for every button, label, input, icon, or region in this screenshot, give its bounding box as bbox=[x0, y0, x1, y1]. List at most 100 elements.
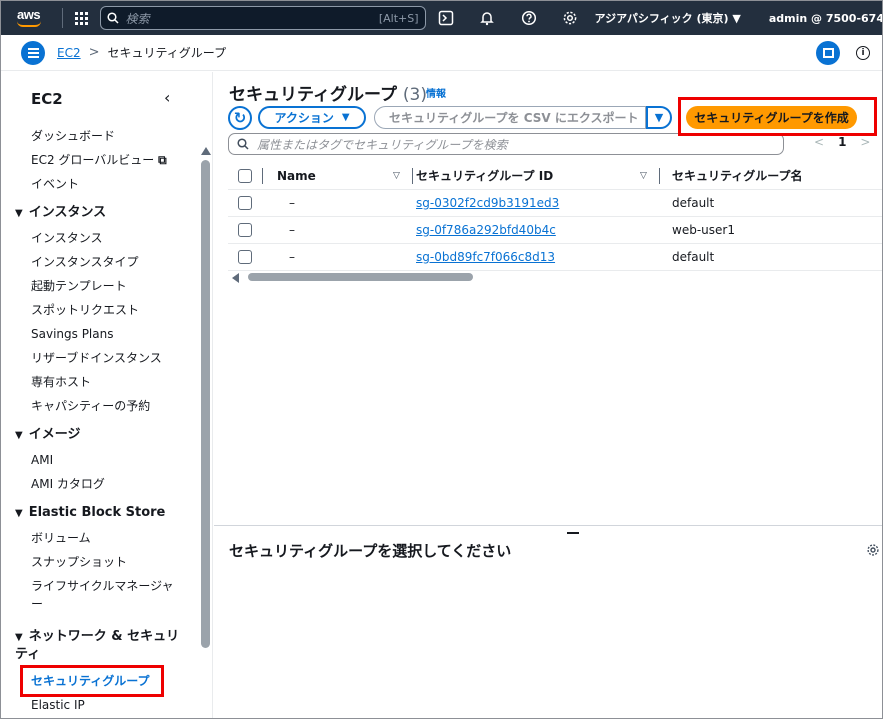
export-csv-button[interactable]: セキュリティグループを CSV にエクスポート bbox=[374, 106, 646, 129]
bell-icon[interactable] bbox=[473, 1, 502, 35]
sidebar-section-label: イメージ bbox=[28, 427, 81, 442]
account-menu[interactable]: admin @ 7500-674 bbox=[769, 12, 882, 25]
pagination: < 1 > bbox=[814, 135, 870, 149]
row-checkbox[interactable] bbox=[238, 195, 252, 210]
sidebar-section-ebs[interactable]: ▼ Elastic Block Store bbox=[1, 500, 201, 526]
page-title: セキュリティグループ (3) bbox=[229, 80, 427, 105]
sidebar-item-label: EC2 グローバルビュー bbox=[31, 153, 155, 167]
cell-name: – bbox=[262, 216, 416, 244]
item-count: (3) bbox=[402, 85, 427, 105]
caret-down-icon: ▼ bbox=[15, 508, 23, 519]
actions-label: アクション bbox=[274, 111, 334, 125]
cell-group-name: default bbox=[672, 189, 882, 217]
cell-name: – bbox=[262, 189, 416, 217]
table-row[interactable]: – sg-0bd89fc7f066c8d13 default bbox=[228, 243, 882, 271]
aws-logo-smile bbox=[17, 21, 41, 27]
sidebar-item-ami[interactable]: AMI bbox=[1, 448, 201, 472]
cell-group-name: web-user1 bbox=[672, 216, 882, 244]
split-panel-divider bbox=[214, 525, 882, 526]
table-horizontal-scrollbar[interactable] bbox=[248, 273, 473, 281]
security-group-id-link[interactable]: sg-0f786a292bfd40b4c bbox=[416, 223, 556, 237]
actions-button[interactable]: アクション ▼ bbox=[258, 106, 366, 129]
sidebar-section-images[interactable]: ▼ イメージ bbox=[1, 422, 201, 448]
highlight-box-create-button bbox=[678, 97, 877, 136]
sidebar-item-savings-plans[interactable]: Savings Plans bbox=[1, 322, 201, 346]
split-panel-icon[interactable] bbox=[816, 41, 840, 65]
filter-placeholder: 属性またはタグでセキュリティグループを検索 bbox=[257, 137, 508, 152]
column-divider[interactable] bbox=[658, 167, 660, 184]
column-divider bbox=[262, 167, 263, 184]
sidebar-item-ami-catalog[interactable]: AMI カタログ bbox=[1, 472, 201, 496]
sidebar-section-network-security[interactable]: ▼ ネットワーク & セキュリティ bbox=[1, 624, 201, 663]
breadcrumb-ec2-link[interactable]: EC2 bbox=[57, 46, 81, 60]
sidebar-item-instance-types[interactable]: インスタンスタイプ bbox=[1, 250, 201, 274]
services-grid-icon[interactable] bbox=[69, 5, 95, 31]
row-checkbox[interactable] bbox=[238, 222, 252, 237]
sort-icon[interactable]: ▽ bbox=[640, 171, 647, 181]
sidebar-section-label: Elastic Block Store bbox=[28, 505, 166, 520]
sidebar-scrollbar[interactable] bbox=[201, 160, 210, 648]
info-icon[interactable]: i bbox=[856, 46, 870, 60]
aws-logo[interactable]: aws bbox=[11, 1, 56, 35]
global-search-input[interactable]: 検索 [Alt+S] bbox=[100, 6, 426, 30]
chevron-left-icon[interactable]: ‹ bbox=[164, 88, 170, 107]
sidebar-item-lifecycle-manager[interactable]: ライフサイクルマネージャー bbox=[1, 574, 201, 616]
sidebar-item-launch-templates[interactable]: 起動テンプレート bbox=[1, 274, 201, 298]
refresh-icon[interactable]: ↻ bbox=[228, 106, 252, 130]
search-icon bbox=[237, 138, 249, 150]
aws-logo-text: aws bbox=[17, 7, 41, 22]
sidebar-item-spot-requests[interactable]: スポットリクエスト bbox=[1, 298, 201, 322]
sidebar-section-instances[interactable]: ▼ インスタンス bbox=[1, 200, 201, 226]
export-dropdown-icon[interactable]: ▼ bbox=[646, 106, 672, 129]
security-groups-table: Name ▽ セキュリティグループ ID ▽ セキュリティグループ名 – sg-03… bbox=[228, 163, 882, 271]
highlight-box-sidebar bbox=[20, 665, 164, 697]
sidebar-item-dashboard[interactable]: ダッシュボード bbox=[1, 124, 201, 148]
caret-down-icon: ▼ bbox=[15, 208, 23, 219]
page-number[interactable]: 1 bbox=[838, 135, 846, 149]
menu-toggle-icon[interactable] bbox=[21, 40, 45, 65]
cloudshell-icon[interactable] bbox=[432, 1, 461, 35]
security-group-id-link[interactable]: sg-0bd89fc7f066c8d13 bbox=[416, 250, 555, 264]
column-divider[interactable] bbox=[411, 167, 413, 184]
sidebar-item-volumes[interactable]: ボリューム bbox=[1, 526, 201, 550]
security-group-id-link[interactable]: sg-0302f2cd9b3191ed3 bbox=[416, 196, 559, 210]
filter-search-input[interactable]: 属性またはタグでセキュリティグループを検索 bbox=[228, 133, 784, 155]
table-row[interactable]: – sg-0302f2cd9b3191ed3 default bbox=[228, 189, 882, 217]
split-panel-resize-handle[interactable] bbox=[567, 532, 579, 534]
sidebar-item-dedicated-hosts[interactable]: 専有ホスト bbox=[1, 370, 201, 394]
info-link[interactable]: 情報 bbox=[426, 85, 446, 100]
select-all-checkbox[interactable] bbox=[238, 169, 252, 183]
sidebar-section-label: ネットワーク & セキュリティ bbox=[15, 629, 180, 662]
sidebar-item-reserved-instances[interactable]: リザーブドインスタンス bbox=[1, 346, 201, 370]
page-title-text: セキュリティグループ bbox=[229, 85, 397, 105]
region-selector[interactable]: アジアパシフィック (東京) ▼ bbox=[595, 10, 741, 26]
sidebar-section-label: インスタンス bbox=[28, 205, 107, 220]
breadcrumb-current: セキュリティグループ bbox=[107, 46, 227, 60]
column-header-id[interactable]: セキュリティグループ ID bbox=[416, 167, 640, 184]
table-header-row: Name ▽ セキュリティグループ ID ▽ セキュリティグループ名 bbox=[228, 163, 882, 190]
next-page-icon[interactable]: > bbox=[860, 135, 870, 149]
scroll-left-arrow-icon[interactable] bbox=[232, 273, 239, 283]
sidebar-item-global-view[interactable]: EC2 グローバルビュー ⧉ bbox=[1, 148, 201, 172]
search-placeholder: 検索 bbox=[125, 11, 150, 26]
external-link-icon: ⧉ bbox=[158, 153, 167, 167]
row-checkbox[interactable] bbox=[238, 249, 252, 264]
sidebar-item-capacity-reservations[interactable]: キャパシティーの予約 bbox=[1, 394, 201, 418]
search-icon bbox=[107, 12, 120, 24]
split-panel-settings-gear-icon[interactable] bbox=[866, 542, 880, 561]
caret-down-icon: ▼ bbox=[341, 112, 350, 123]
table-row[interactable]: – sg-0f786a292bfd40b4c web-user1 bbox=[228, 216, 882, 244]
column-header-name[interactable]: Name bbox=[277, 169, 393, 183]
side-navigation: EC2 ‹ ダッシュボード EC2 グローバルビュー ⧉ イベント ▼ インスタン… bbox=[1, 72, 213, 718]
sidebar-item-instances[interactable]: インスタンス bbox=[1, 226, 201, 250]
help-icon[interactable] bbox=[514, 1, 543, 35]
settings-gear-icon[interactable] bbox=[555, 1, 584, 35]
column-header-group-name[interactable]: セキュリティグループ名 bbox=[672, 169, 803, 183]
sort-icon[interactable]: ▽ bbox=[393, 171, 400, 181]
split-panel-title: セキュリティグループを選択してください bbox=[229, 542, 512, 560]
sidebar-item-snapshots[interactable]: スナップショット bbox=[1, 550, 201, 574]
sidebar-title: EC2 bbox=[31, 90, 63, 108]
sidebar-item-events[interactable]: イベント bbox=[1, 172, 201, 196]
scroll-up-arrow-icon[interactable] bbox=[201, 147, 211, 155]
prev-page-icon[interactable]: < bbox=[814, 135, 824, 149]
